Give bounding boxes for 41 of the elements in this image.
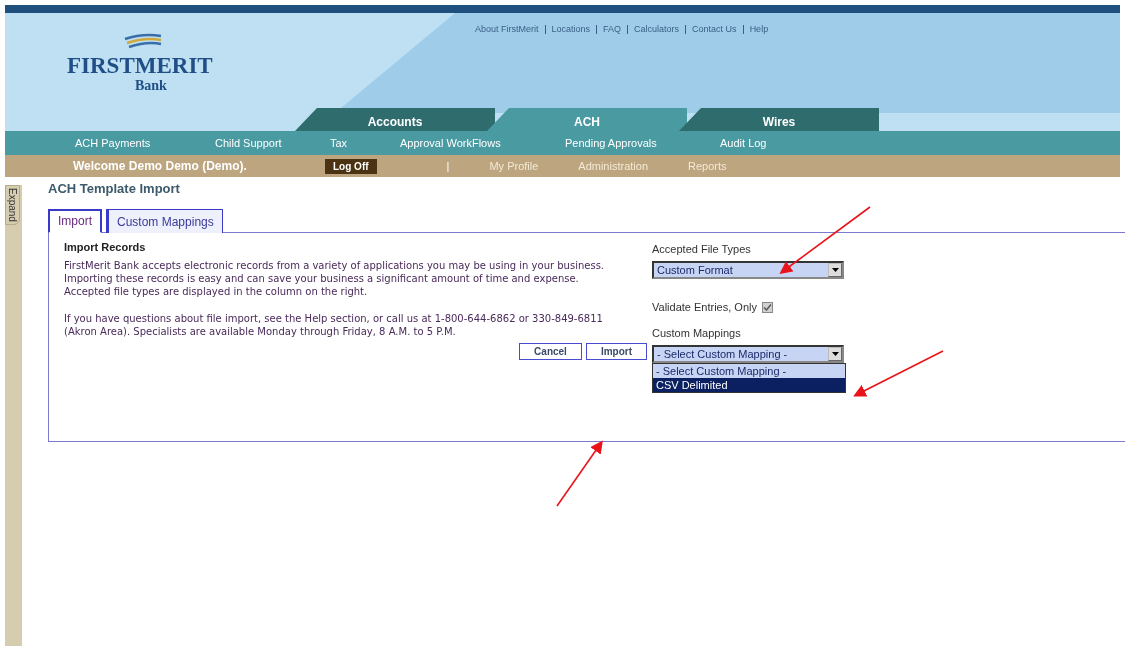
main-tab[interactable]: Accounts [295, 108, 495, 131]
top-link[interactable]: Contact Us [692, 24, 737, 34]
section-heading: Import Records [64, 241, 147, 253]
nav-link[interactable]: Approval WorkFlows [400, 137, 565, 149]
top-link[interactable]: Calculators [634, 24, 680, 34]
nav-link[interactable]: Pending Approvals [565, 137, 720, 149]
nav-link[interactable]: Tax [330, 137, 400, 149]
validate-checkbox[interactable] [761, 301, 773, 313]
tab[interactable]: Import [48, 209, 102, 233]
tab[interactable]: Custom Mappings [106, 209, 223, 233]
paragraph: If you have questions about file import, see the Help section, or call us at 1-800-644-6862 or 330-849-6811 (Akron Area). Specialists are available Monday through Friday, 8 A.M. to 5 P.M. [64, 312, 604, 338]
expand-tab[interactable]: Expand [5, 185, 20, 225]
dropdown-arrow-icon [831, 352, 839, 356]
main-tab[interactable]: ACH [487, 108, 687, 131]
field-label: Accepted File Types [652, 243, 751, 255]
nav-link[interactable]: Child Support [215, 137, 330, 149]
file-type-dropdown[interactable]: Custom Format [652, 261, 844, 279]
nav-link[interactable]: Audit Log [720, 137, 767, 149]
main-tab[interactable]: Wires [679, 108, 879, 131]
dropdown-arrow-icon [831, 268, 839, 272]
log-off-button[interactable]: Log Off [325, 158, 377, 174]
mapping-dropdown[interactable]: - Select Custom Mapping - [652, 345, 844, 363]
page-title: ACH Template Import [48, 181, 181, 196]
logo-subtitle: Bank [135, 78, 167, 95]
paragraph: FirstMerit Bank accepts electronic records from a variety of applications you may be using in your business. Importing these records is easy and can save your business a significant amount of time and expense. Accepted file types are displayed in the column on the right. [64, 259, 606, 298]
top-link[interactable]: FAQ [603, 24, 622, 34]
logo-wordmark[interactable]: FIRSTMERIT [67, 53, 213, 79]
top-link[interactable]: Locations [551, 24, 591, 34]
nav-link[interactable]: ACH Payments [75, 137, 215, 149]
annotation-arrow [556, 440, 603, 507]
dropdown-option[interactable]: - Select Custom Mapping - [653, 364, 845, 378]
top-link[interactable]: About FirstMerit [475, 24, 539, 34]
top-link[interactable]: Help [749, 24, 769, 34]
action-button[interactable]: Cancel [519, 343, 582, 360]
welcome-text: Welcome Demo Demo (Demo). [73, 159, 248, 173]
dropdown-option[interactable]: CSV Delimited [653, 378, 845, 392]
checkbox-label: Validate Entries, Only [652, 301, 757, 313]
action-button[interactable]: Import [585, 343, 647, 360]
logo-swoosh-icon [123, 33, 163, 49]
field-label: Custom Mappings [652, 327, 741, 339]
separator-text: | [446, 160, 450, 172]
